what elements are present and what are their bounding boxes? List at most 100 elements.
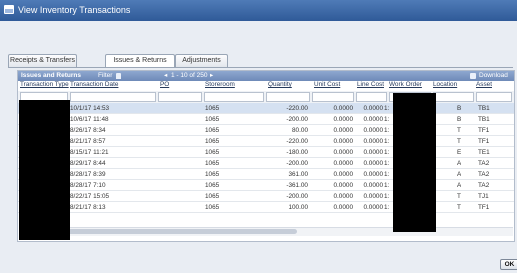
cell-location: A	[457, 171, 462, 178]
cell-work-order: 1:	[384, 105, 390, 112]
cell-line-cost: 0.0000	[363, 127, 383, 134]
cell-work-order: 1:	[384, 127, 390, 134]
redaction-block	[393, 93, 436, 232]
filter-link[interactable]: Filter	[98, 71, 112, 81]
filter-input-transaction-date[interactable]	[70, 92, 156, 102]
cell-transaction-date: 8/26/17 8:34	[70, 127, 106, 134]
table-row[interactable]: 10/6/17 11:48 1065 -200.00 0.0000 0.0000…	[18, 114, 514, 125]
tab-issues-returns[interactable]: Issues & Returns	[105, 54, 175, 68]
cell-unit-cost: 0.0000	[333, 105, 353, 112]
download-link[interactable]: Download	[479, 71, 508, 81]
cell-line-cost: 0.0000	[363, 204, 383, 211]
column-header-line-cost[interactable]: Line Cost	[357, 81, 384, 89]
filter-input-location[interactable]	[433, 92, 474, 102]
cell-quantity: -361.00	[286, 182, 308, 189]
window-titlebar: View Inventory Transactions	[0, 0, 517, 21]
cell-work-order: 1:	[384, 116, 390, 123]
cell-asset: TE1	[478, 149, 490, 156]
cell-unit-cost: 0.0000	[333, 193, 353, 200]
cell-transaction-date: 10/6/17 11:48	[70, 116, 109, 123]
table-row[interactable]: 8/15/17 11:21 1065 -180.00 0.0000 0.0000…	[18, 147, 514, 158]
panel-title: Issues and Returns	[21, 72, 81, 79]
cell-work-order: 1:	[384, 160, 390, 167]
window-icon	[4, 5, 14, 14]
next-page-icon[interactable]: ▸	[210, 71, 213, 81]
tab-divider	[8, 67, 513, 68]
cell-work-order: 1:	[384, 149, 390, 156]
cell-storeroom: 1065	[205, 171, 220, 178]
table-row[interactable]: 8/28/17 7:10 1065 -361.00 0.0000 0.0000 …	[18, 180, 514, 191]
horizontal-scrollbar[interactable]: ◂	[19, 227, 513, 236]
cell-work-order: 1:	[384, 193, 390, 200]
table-row[interactable]: 10/1/17 14:53 1065 -220.00 0.0000 0.0000…	[18, 103, 514, 114]
cell-asset: TJ1	[478, 193, 489, 200]
cell-quantity: -200.00	[286, 160, 308, 167]
cell-location: E	[457, 149, 462, 156]
cell-location: T	[457, 127, 461, 134]
cell-asset: TB1	[478, 105, 490, 112]
cell-storeroom: 1065	[205, 105, 220, 112]
column-header-unit-cost[interactable]: Unit Cost	[314, 81, 340, 89]
cell-unit-cost: 0.0000	[333, 138, 353, 145]
cell-asset: TA2	[478, 182, 490, 189]
cell-storeroom: 1065	[205, 138, 220, 145]
cell-transaction-date: 8/15/17 11:21	[70, 149, 109, 156]
column-header-transaction-type[interactable]: Transaction Type	[20, 81, 69, 89]
filter-input-unit-cost[interactable]	[312, 92, 354, 102]
tab-adjustments[interactable]: Adjustments	[175, 54, 228, 67]
issues-returns-panel: Issues and Returns Filter ◂ 1 - 10 of 25…	[17, 70, 515, 242]
cell-location: T	[457, 193, 461, 200]
cell-line-cost: 0.0000	[363, 171, 383, 178]
table-row[interactable]: 8/26/17 8:34 1065 80.00 0.0000 0.0000 1:…	[18, 125, 514, 136]
cell-transaction-date: 8/22/17 15:05	[70, 193, 110, 200]
cell-transaction-date: 10/1/17 14:53	[70, 105, 110, 112]
previous-page-icon[interactable]: ◂	[164, 71, 167, 81]
cell-quantity: -180.00	[286, 149, 308, 156]
table-row[interactable]: 8/22/17 15:05 1065 -200.00 0.0000 0.0000…	[18, 191, 514, 202]
column-header-storeroom[interactable]: Storeroom	[205, 81, 235, 89]
tab-receipts-transfers[interactable]: Receipts & Transfers	[8, 54, 77, 67]
cell-quantity: 361.00	[288, 171, 308, 178]
cell-line-cost: 0.0000	[363, 160, 383, 167]
cell-storeroom: 1065	[205, 160, 220, 167]
cell-line-cost: 0.0000	[363, 138, 383, 145]
filter-input-storeroom[interactable]	[204, 92, 264, 102]
cell-unit-cost: 0.0000	[333, 160, 353, 167]
cell-asset: TB1	[478, 116, 490, 123]
trash-icon[interactable]	[116, 73, 121, 79]
cell-transaction-date: 8/21/17 8:13	[70, 204, 106, 211]
cell-asset: TF1	[478, 138, 490, 145]
cell-transaction-date: 8/28/17 8:39	[70, 171, 106, 178]
filter-input-po[interactable]	[158, 92, 202, 102]
column-header-po[interactable]: PO	[160, 81, 169, 89]
column-header-location[interactable]: Location	[433, 81, 457, 89]
cell-quantity: -220.00	[286, 105, 308, 112]
cell-unit-cost: 0.0000	[333, 171, 353, 178]
table-row[interactable]: 8/28/17 8:39 1065 361.00 0.0000 0.0000 1…	[18, 169, 514, 180]
cell-quantity: -200.00	[286, 193, 308, 200]
cell-work-order: 1:	[384, 204, 390, 211]
filter-input-asset[interactable]	[476, 92, 512, 102]
cell-asset: TF1	[478, 127, 490, 134]
cell-unit-cost: 0.0000	[333, 149, 353, 156]
cell-storeroom: 1065	[205, 193, 220, 200]
cell-location: T	[457, 138, 461, 145]
cell-transaction-date: 8/29/17 8:44	[70, 160, 106, 167]
table-row[interactable]: 8/21/17 8:57 1065 -220.00 0.0000 0.0000 …	[18, 136, 514, 147]
cell-asset: TA2	[478, 171, 490, 178]
cell-storeroom: 1065	[205, 127, 220, 134]
download-icon[interactable]	[470, 73, 476, 79]
cell-line-cost: 0.0000	[363, 193, 383, 200]
column-header-asset[interactable]: Asset	[476, 81, 492, 89]
column-header-quantity[interactable]: Quantity	[268, 81, 292, 89]
redaction-block	[19, 100, 70, 240]
window-title: View Inventory Transactions	[18, 5, 131, 15]
filter-input-quantity[interactable]	[266, 92, 310, 102]
table-row[interactable]: 8/21/17 8:13 1065 100.00 0.0000 0.0000 1…	[18, 202, 514, 213]
filter-input-line-cost[interactable]	[356, 92, 387, 102]
column-header-work-order[interactable]: Work Order	[389, 81, 422, 89]
cell-work-order: 1:	[384, 182, 390, 189]
table-row[interactable]: 8/29/17 8:44 1065 -200.00 0.0000 0.0000 …	[18, 158, 514, 169]
ok-button[interactable]: OK	[500, 259, 517, 270]
column-header-transaction-date[interactable]: Transaction Date	[70, 81, 118, 89]
